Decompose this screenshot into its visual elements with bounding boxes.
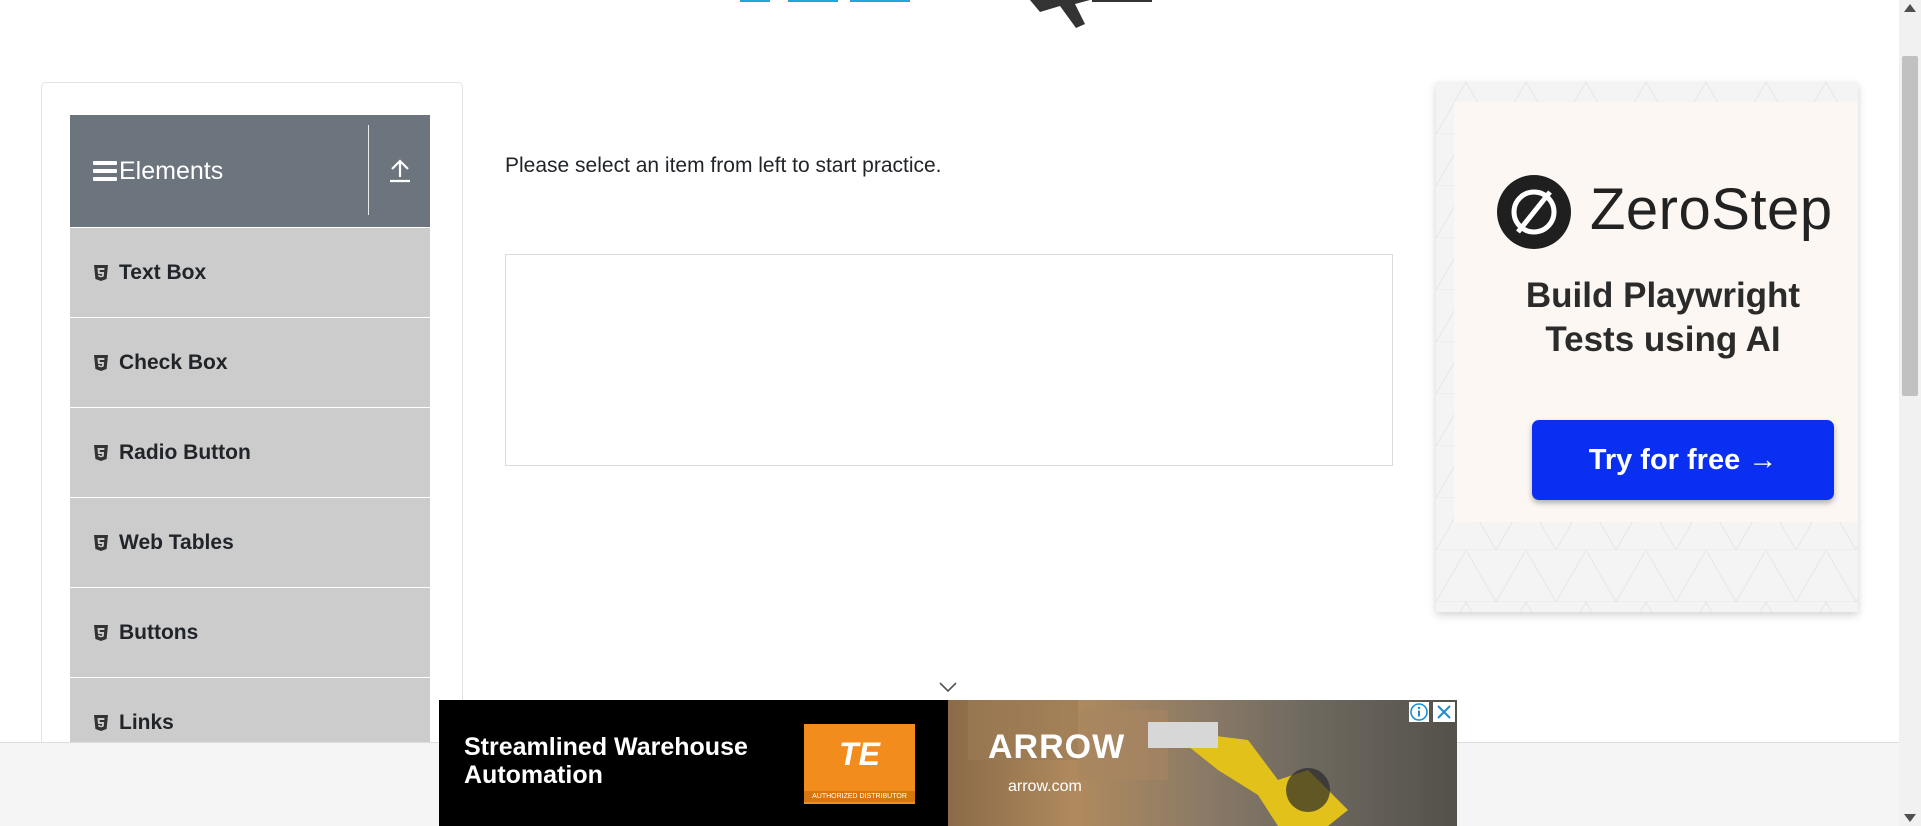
divider <box>368 125 369 215</box>
sidebar-item-label: Check Box <box>119 350 228 374</box>
banner-headline: Streamlined Warehouse Automation <box>464 733 748 789</box>
scroll-down-arrow-icon[interactable] <box>1904 814 1916 822</box>
elements-group-header[interactable]: Elements <box>70 115 430 227</box>
site-logo[interactable] <box>740 0 1180 34</box>
zerostep-logo-icon <box>1497 175 1571 249</box>
menu-icon <box>93 161 117 181</box>
sidebar-item-web-tables[interactable]: Web Tables <box>70 497 430 587</box>
sidebar-item-label: Web Tables <box>119 530 234 554</box>
sidebar-item-label: Text Box <box>119 260 207 284</box>
group-title: Elements <box>119 156 224 185</box>
zerostep-ad[interactable]: ZeroStep Build Playwright Tests using AI… <box>1436 82 1858 612</box>
sidebar-item-label: Radio Button <box>119 440 251 464</box>
banner-headline-line1: Streamlined Warehouse <box>464 733 748 761</box>
te-logo-text: TE <box>839 736 880 772</box>
sidebar-item-label: Buttons <box>119 620 199 644</box>
arrow-url: arrow.com <box>1008 778 1082 795</box>
bottom-banner-ad[interactable]: Streamlined Warehouse Automation TE AUTH… <box>439 700 1457 826</box>
ad-tagline: Build Playwright Tests using AI <box>1454 274 1858 362</box>
html5-icon <box>94 714 108 731</box>
html5-icon <box>94 624 108 641</box>
html5-icon <box>94 534 108 551</box>
close-icon[interactable] <box>1433 702 1455 722</box>
page: Elements Text Box Check Box Radio Button… <box>0 0 1921 826</box>
ad-tagline-line1: Build Playwright <box>1525 276 1801 315</box>
ad-brand: ZeroStep <box>1590 177 1833 242</box>
banner-headline-line2: Automation <box>464 761 603 789</box>
chevron-down-icon[interactable] <box>938 680 958 694</box>
upload-arrow-icon <box>390 159 410 183</box>
html5-icon <box>94 354 108 371</box>
elements-menu: Text Box Check Box Radio Button Web Tabl… <box>70 227 430 767</box>
arrow-logo: ARROW <box>988 728 1126 766</box>
te-logo: TE AUTHORIZED DISTRIBUTOR <box>804 724 915 804</box>
vertical-scrollbar[interactable] <box>1899 0 1921 826</box>
ad-tagline-line2: Tests using AI <box>1545 320 1781 359</box>
practice-prompt: Please select an item from left to start… <box>505 154 942 177</box>
try-for-free-button[interactable]: Try for free → <box>1532 420 1834 500</box>
warehouse-robot-photo: ARROW arrow.com <box>948 700 1457 826</box>
html5-icon <box>94 264 108 281</box>
te-logo-subtext: AUTHORIZED DISTRIBUTOR <box>804 791 915 802</box>
sidebar-item-radio-button[interactable]: Radio Button <box>70 407 430 497</box>
sidebar-item-text-box[interactable]: Text Box <box>70 227 430 317</box>
scrollbar-thumb[interactable] <box>1902 56 1918 396</box>
ad-card: ZeroStep Build Playwright Tests using AI… <box>1454 102 1858 522</box>
sidebar-item-check-box[interactable]: Check Box <box>70 317 430 407</box>
practice-area <box>505 254 1393 466</box>
scroll-up-arrow-icon[interactable] <box>1904 4 1916 12</box>
sidebar-item-label: Links <box>119 710 174 734</box>
collapse-toggle[interactable] <box>370 115 430 227</box>
sidebar-item-buttons[interactable]: Buttons <box>70 587 430 677</box>
html5-icon <box>94 444 108 461</box>
ad-info-icon[interactable] <box>1409 702 1429 722</box>
